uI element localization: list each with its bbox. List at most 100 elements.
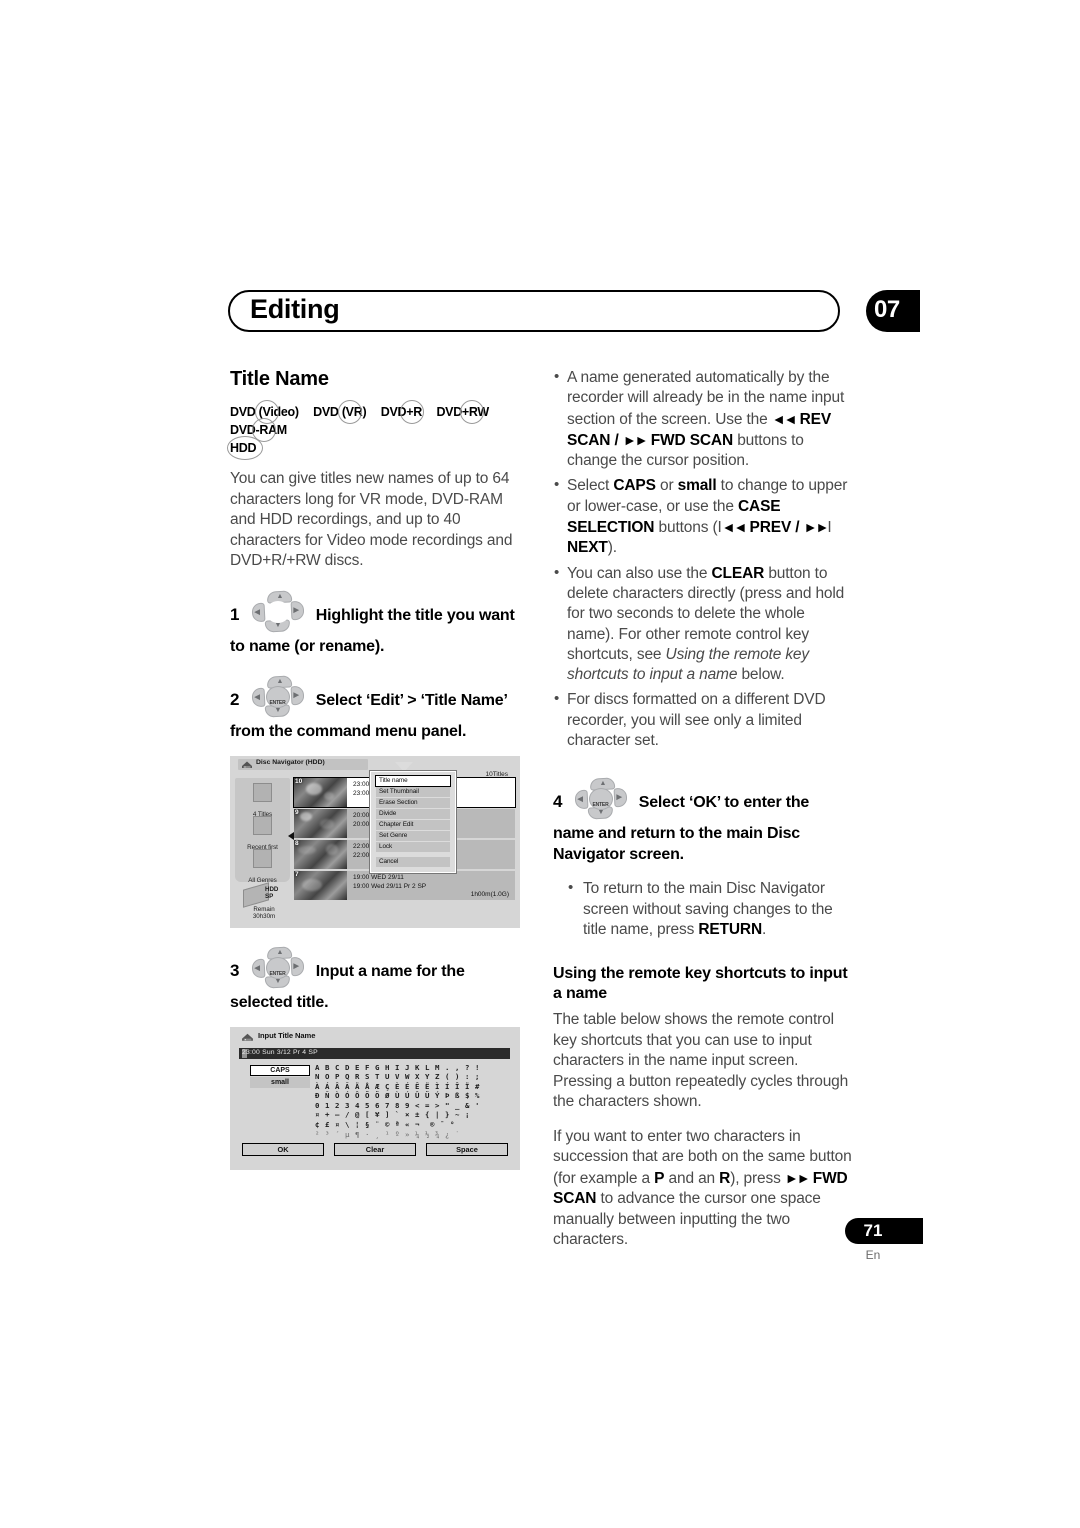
badge-label: HDD (230, 441, 257, 455)
nav-sidebar-item-genres[interactable]: All Genres (235, 848, 290, 887)
title-thumbnail (294, 839, 347, 869)
manual-page: Editing 07 Title Name DVD (Video) DVD (V… (0, 0, 1080, 1528)
nav-sidebar-label: All Genres (248, 876, 277, 884)
badge-label: DVD (VR) (313, 405, 367, 419)
badge-dvd-video: DVD (Video) (230, 400, 299, 424)
subsection-title: Using the remote key shortcuts to input … (553, 965, 848, 1003)
title-number: 7 (295, 870, 299, 878)
left-column: Title Name DVD (Video) DVD (VR) DVD+R DV… (227, 368, 525, 1170)
command-menu-item-erase-section[interactable]: Erase Section (376, 797, 450, 808)
command-menu-item-lock[interactable]: Lock (376, 841, 450, 852)
command-menu-item-chapter-edit[interactable]: Chapter Edit (376, 819, 450, 830)
charmap-row[interactable]: ¢ £ ¤ \ ¦ § ¨ © ª « ¬ ­ ® ¯ ° (315, 1120, 505, 1130)
caps-button[interactable]: CAPS (250, 1064, 310, 1076)
note-item-return: To return to the main Disc Navigator scr… (567, 878, 853, 940)
dpad-arrow-right-icon: ▶ (616, 794, 622, 802)
dpad-arrow-up-icon: ▲ (276, 677, 284, 685)
name-input-value: 23:00 Sun 3/12 Pr 4 SP (242, 1049, 318, 1056)
badge-dvd-plus-r: DVD+R (380, 400, 424, 424)
dpad-arrow-left-icon: ◀ (254, 964, 260, 972)
right-column: A name generated automatically by the re… (553, 367, 853, 1265)
disc-format-badges: DVD (Video) DVD (VR) DVD+R DVD+RW DVD-RA… (230, 400, 525, 442)
command-menu-panel: Title name Set Thumbnail Erase Section D… (370, 770, 456, 873)
step-2: 2 ENTER ▲ ▼ ◀ ▶ Select ‘Edit’ > ‘Title N… (230, 674, 525, 742)
charmap-row[interactable]: 0 1 2 3 4 5 6 7 8 9 < = > " _ & ' (315, 1101, 505, 1111)
name-input-field[interactable]: 23:00 Sun 3/12 Pr 4 SP (239, 1047, 510, 1059)
title-duration: 1h00m(1.0G) (470, 890, 509, 898)
dpad-arrow-right-icon: ▶ (293, 691, 299, 699)
dpad-enter-button: ENTER (588, 788, 613, 811)
page-title: Editing (250, 294, 340, 324)
step-2-number: 2 (230, 689, 240, 709)
charmap-row[interactable]: N O P Q R S T U V W X Y Z ( ) : ; (315, 1072, 505, 1082)
dpad-arrow-down-icon: ▼ (597, 809, 605, 817)
space-button[interactable]: Space (426, 1142, 508, 1156)
intro-paragraph: You can give titles new names of up to 6… (230, 470, 513, 569)
command-menu-item-divide[interactable]: Divide (376, 808, 450, 819)
character-map: A B C D E F G H I J K L M . , ? ! N O P … (315, 1063, 505, 1140)
dpad-arrow-left-icon: ◀ (254, 693, 260, 701)
dpad-arrow-right-icon: ▶ (293, 606, 299, 614)
selection-marker-icon (288, 831, 294, 840)
badge-label: DVD-RAM (230, 423, 287, 437)
charmap-row[interactable]: ² ³ ´ µ ¶ · ¸ ¹ º » ¼ ½ ¾ ¿ ˙ (315, 1130, 505, 1140)
command-menu-item-set-thumbnail[interactable]: Set Thumbnail (376, 786, 450, 797)
case-selector: CAPS small (250, 1064, 310, 1088)
step-4-number: 4 (553, 792, 563, 812)
badge-label: DVD+R (380, 405, 423, 419)
dpad-arrow-left-icon: ◀ (254, 608, 260, 616)
title-line2: 19:00 Wed 29/11 Pr 2 SP (353, 882, 427, 890)
title-number: 10 (295, 777, 303, 785)
badge-dvd-plus-rw: DVD+RW (436, 400, 489, 424)
dpad-arrow-down-icon: ▼ (274, 706, 282, 714)
nav-list-row[interactable]: 7 19:00 WED 29/11 19:00 Wed 29/11 Pr 2 S… (294, 870, 515, 900)
chapter-number: 07 (874, 296, 900, 323)
disc-mode: SP (265, 892, 274, 900)
step-3-number: 3 (230, 960, 240, 980)
dpad-arrow-right-icon: ▶ (293, 962, 299, 970)
input-title-name-icon (242, 1033, 253, 1041)
dpad-enter-button: ENTER (265, 685, 290, 708)
dpad-arrow-left-icon: ◀ (577, 796, 583, 804)
page-number: 71 (863, 1221, 883, 1240)
charmap-row[interactable]: ¤ + – / @ [ ¥ ] ` × ± { | } ~ ¡ (315, 1110, 505, 1120)
genre-icon (253, 848, 272, 868)
input-screen-buttons: OK Clear Space (242, 1142, 508, 1156)
title-line1: 19:00 WED 29/11 (353, 873, 404, 881)
badge-label: DVD+RW (436, 405, 489, 419)
command-menu-item-title-name[interactable]: Title name (375, 774, 451, 787)
ok-button[interactable]: OK (242, 1142, 324, 1156)
remain-label: Remain (253, 905, 275, 913)
step-3: 3 ENTER ▲ ▼ ◀ ▶ Input a name for the sel… (230, 945, 525, 1013)
title-info: 19:00 WED 29/11 19:00 Wed 29/11 Pr 2 SP … (347, 870, 515, 900)
clear-button[interactable]: Clear (334, 1142, 416, 1156)
dpad-enter-icon: ENTER ▲ ▼ ◀ ▶ (250, 945, 308, 992)
disc-type-labels: HDD SP (265, 886, 278, 900)
command-menu-item-set-genre[interactable]: Set Genre (376, 830, 450, 841)
section-title: Title Name (230, 368, 329, 390)
note-item-clear: You can also use the CLEAR button to del… (553, 563, 853, 686)
command-menu-item-cancel[interactable]: Cancel (376, 856, 450, 867)
subsection-paragraph-2: If you want to enter two characters in s… (553, 1127, 852, 1249)
dpad-icon: ▲ ▼ ◀ ▶ (250, 589, 308, 636)
language-code: En (865, 1248, 881, 1262)
dpad-arrow-up-icon: ▲ (276, 948, 284, 956)
dpad-enter-icon: ENTER ▲ ▼ ◀ ▶ (250, 674, 308, 721)
disc-type: HDD (265, 885, 279, 893)
notes-list: A name generated automatically by the re… (553, 367, 853, 751)
charmap-row[interactable]: À Á Â Ã Ä Å Æ Ç È É Ê Ë Ì Í Î Ï # (315, 1082, 505, 1092)
nav-title-text: Disc Navigator (HDD) (256, 759, 325, 766)
charmap-row[interactable]: A B C D E F G H I J K L M . , ? ! (315, 1063, 505, 1073)
title-number: 9 (295, 808, 299, 816)
disc-navigator-figure: Disc Navigator (HDD) 10Titles 4 Titles R… (230, 755, 520, 928)
badge-label: DVD (Video) (230, 405, 299, 419)
charmap-row[interactable]: Ð Ñ Ò Ó Ô Õ Ö Ø Ù Ú Û Ü Ý Þ ß $ % (315, 1091, 505, 1101)
small-button[interactable]: small (250, 1076, 310, 1088)
step-4-notes: To return to the main Disc Navigator scr… (567, 878, 853, 940)
step-1: 1 ▲ ▼ ◀ ▶ Highlight the title you want t… (230, 589, 525, 657)
subsection-paragraph-1: The table below shows the remote control… (553, 1011, 849, 1111)
step-1-number: 1 (230, 604, 240, 624)
dpad-arrow-up-icon: ▲ (276, 592, 284, 600)
nav-title-count: 10Titles (485, 770, 508, 778)
badge-dvd-ram: DVD-RAM (230, 418, 287, 442)
